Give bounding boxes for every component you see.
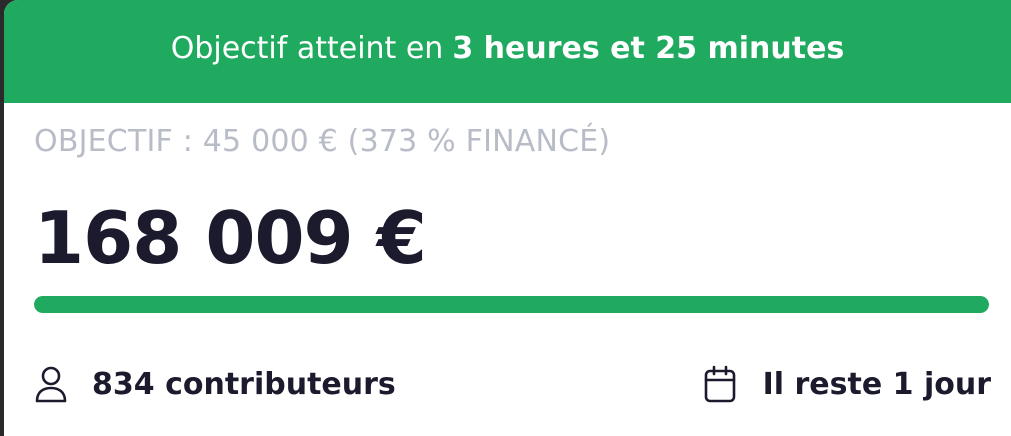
contributors-count: 834 contributeurs [92, 366, 396, 402]
banner-prefix: Objectif atteint en [170, 31, 444, 66]
funding-progress-bar [34, 296, 989, 313]
funding-card: Objectif atteint en 3 heures et 25 minut… [4, 0, 1011, 436]
banner-duration: 3 heures et 25 minutes [452, 31, 845, 66]
time-remaining-stat: Il reste 1 jour [703, 364, 991, 404]
contributors-stat: 834 contributeurs [34, 364, 396, 404]
time-remaining-label: Il reste 1 jour [762, 366, 991, 402]
calendar-icon [703, 364, 737, 404]
funding-progress-fill [34, 296, 989, 313]
user-icon [34, 364, 68, 404]
raised-amount: 168 009 € [34, 196, 427, 280]
goal-reached-banner: Objectif atteint en 3 heures et 25 minut… [4, 0, 1011, 103]
goal-label: OBJECTIF : 45 000 € (373 % FINANCÉ) [34, 124, 611, 159]
